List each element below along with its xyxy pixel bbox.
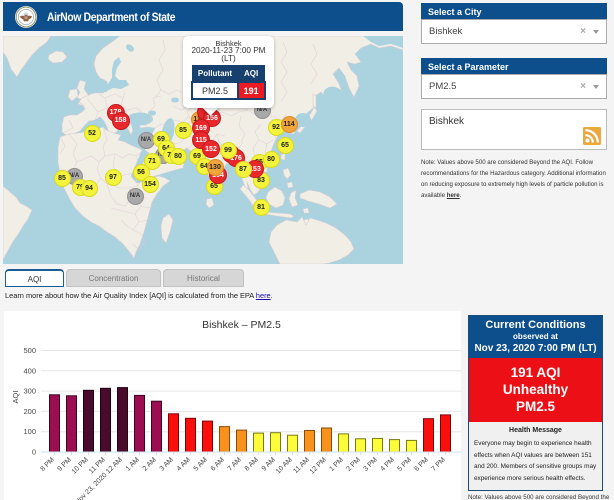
- svg-text:5 AM: 5 AM: [193, 456, 209, 472]
- svg-text:4 PM: 4 PM: [379, 456, 396, 473]
- svg-text:8 AM: 8 AM: [244, 456, 260, 472]
- svg-text:400: 400: [23, 366, 36, 375]
- svg-text:500: 500: [23, 346, 36, 355]
- svg-text:300: 300: [23, 387, 36, 396]
- svg-text:8 PM: 8 PM: [39, 456, 56, 473]
- svg-text:5 PM: 5 PM: [396, 456, 413, 473]
- svg-text:4 AM: 4 AM: [176, 456, 192, 472]
- svg-text:200: 200: [23, 407, 36, 416]
- svg-text:6 PM: 6 PM: [413, 456, 430, 473]
- svg-text:10 PM: 10 PM: [71, 456, 90, 475]
- svg-text:10 AM: 10 AM: [275, 456, 294, 475]
- svg-text:11 AM: 11 AM: [292, 456, 311, 475]
- svg-text:12 PM: 12 PM: [309, 456, 328, 475]
- svg-text:AQI: AQI: [11, 391, 20, 404]
- svg-text:100: 100: [23, 427, 36, 436]
- svg-text:6 AM: 6 AM: [210, 456, 226, 472]
- svg-text:7 AM: 7 AM: [227, 456, 243, 472]
- svg-text:3 PM: 3 PM: [362, 456, 379, 473]
- svg-text:2 AM: 2 AM: [142, 456, 158, 472]
- svg-text:3 AM: 3 AM: [159, 456, 175, 472]
- svg-text:7 PM: 7 PM: [430, 456, 447, 473]
- svg-text:2 PM: 2 PM: [345, 456, 362, 473]
- svg-text:1 AM: 1 AM: [125, 456, 141, 472]
- svg-text:1 PM: 1 PM: [328, 456, 345, 473]
- svg-text:0: 0: [32, 448, 36, 457]
